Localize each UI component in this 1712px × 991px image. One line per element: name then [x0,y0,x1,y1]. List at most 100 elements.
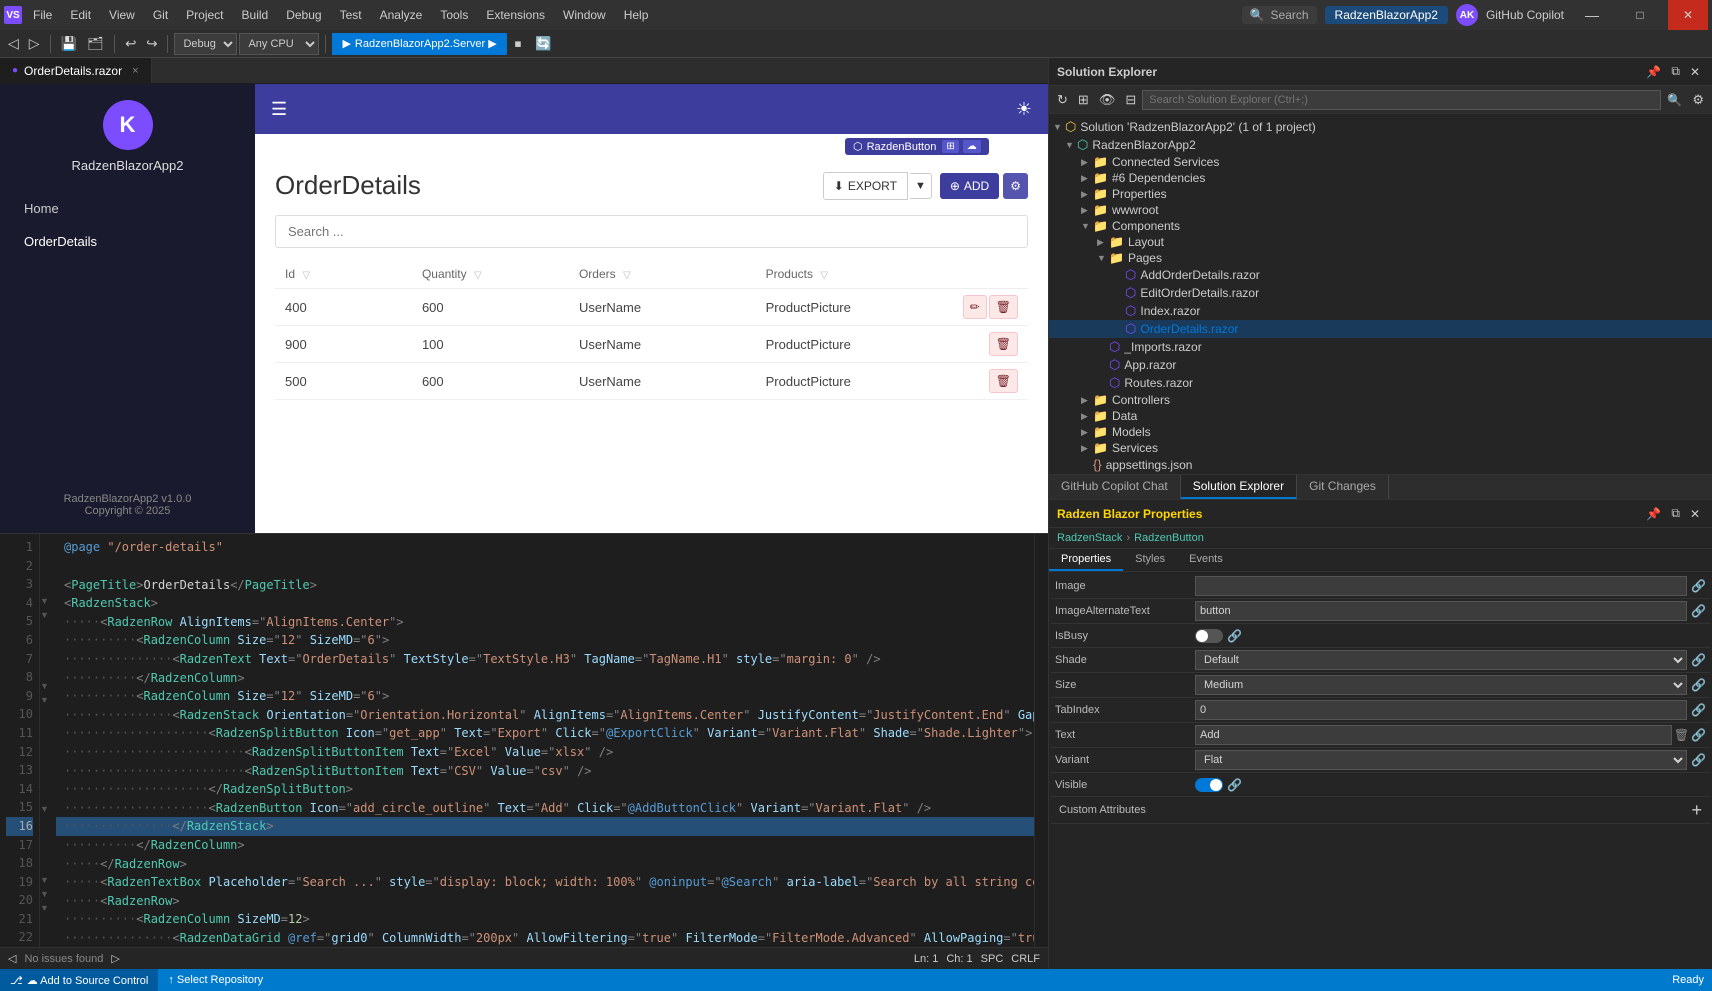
cpu-dropdown[interactable]: Any CPU [239,33,319,55]
breadcrumb-radzenbutton[interactable]: RadzenButton [1134,532,1204,544]
toolbar-back[interactable]: ◁ [4,33,23,54]
window-minimize[interactable]: — [1572,0,1612,30]
menu-window[interactable]: Window [556,6,613,24]
tab-git-changes[interactable]: Git Changes [1297,475,1389,499]
add-button[interactable]: ⊕ ADD [940,173,999,199]
props-tab-properties[interactable]: Properties [1049,549,1123,571]
menu-build[interactable]: Build [235,6,276,24]
prop-link-size[interactable]: 🔗 [1691,678,1706,692]
export-button[interactable]: ⬇ EXPORT [823,172,908,200]
edit-row-1-button[interactable]: ✏ [963,295,987,319]
menu-tools[interactable]: Tools [433,6,475,24]
code-content[interactable]: @page "/order-details" <PageTitle>OrderD… [56,534,1034,947]
window-maximize[interactable]: □ [1620,0,1660,30]
sol-toolbar-gear[interactable]: ⚙ [1688,90,1708,110]
hamburger-icon[interactable]: ☰ [271,99,287,120]
prop-link-variant[interactable]: 🔗 [1691,753,1706,767]
editor-tab-orderdetails[interactable]: ● OrderDetails.razor × [0,58,152,83]
tree-item-connected-services[interactable]: ▶ 📁 Connected Services [1049,154,1712,170]
col-header-id[interactable]: Id ▽ [275,260,412,289]
prop-toggle-visible[interactable] [1195,778,1223,792]
prop-delete-text[interactable]: 🗑 [1674,728,1689,742]
prop-dropdown-variant[interactable]: Flat [1195,750,1687,770]
sol-panel-float[interactable]: ⧉ [1667,62,1684,81]
tree-item-add-order[interactable]: ⬡ AddOrderDetails.razor [1049,266,1712,284]
menu-git[interactable]: Git [146,6,175,24]
prop-link-shade[interactable]: 🔗 [1691,653,1706,667]
search-button[interactable]: 🔍 Search [1242,6,1317,24]
props-close[interactable]: ✕ [1686,504,1704,523]
window-close[interactable]: ✕ [1668,0,1708,30]
solution-search-input[interactable] [1142,90,1661,110]
status-repo[interactable]: ↑ Select Repository [158,969,273,991]
tree-item-app[interactable]: ⬡ App.razor [1049,356,1712,374]
prop-link-isbusy[interactable]: 🔗 [1227,629,1242,643]
filter-products-icon[interactable]: ▽ [820,270,828,281]
menu-help[interactable]: Help [617,6,656,24]
prop-link-tabindex[interactable]: 🔗 [1691,703,1706,717]
prop-toggle-isbusy[interactable] [1195,629,1223,643]
sol-toolbar-props[interactable]: ⊞ [1074,90,1093,110]
prop-dropdown-shade[interactable]: Default [1195,650,1687,670]
add-settings-button[interactable]: ⚙ [1003,173,1028,199]
tree-item-data[interactable]: ▶ 📁 Data [1049,408,1712,424]
sun-icon[interactable]: ☀ [1016,99,1032,120]
menu-debug[interactable]: Debug [279,6,328,24]
col-header-products[interactable]: Products ▽ [756,260,953,289]
props-tab-events[interactable]: Events [1177,549,1235,571]
tree-item-solution[interactable]: ▼ ⬡ Solution 'RadzenBlazorApp2' (1 of 1 … [1049,118,1712,136]
stop-button[interactable]: ⏹ [509,34,528,54]
tree-item-models[interactable]: ▶ 📁 Models [1049,424,1712,440]
prop-link-image[interactable]: 🔗 [1691,579,1706,593]
breadcrumb-radzenstack[interactable]: RadzenStack [1057,532,1122,544]
sol-panel-close[interactable]: ✕ [1686,62,1704,81]
tree-item-services[interactable]: ▶ 📁 Services [1049,440,1712,456]
sol-toolbar-collapse[interactable]: ⊟ [1121,90,1140,110]
tree-item-imports[interactable]: ⬡ _Imports.razor [1049,338,1712,356]
col-header-quantity[interactable]: Quantity ▽ [412,260,569,289]
editor-scrollbar[interactable] [1034,534,1048,947]
tree-item-layout[interactable]: ▶ 📁 Layout [1049,234,1712,250]
filter-id-icon[interactable]: ▽ [302,270,310,281]
tree-item-dependencies[interactable]: ▶ 📁 #6 Dependencies [1049,170,1712,186]
tree-item-controllers[interactable]: ▶ 📁 Controllers [1049,392,1712,408]
sol-toolbar-show-all[interactable]: 👁 [1095,90,1120,110]
custom-attrs-add-button[interactable]: + [1691,801,1702,819]
menu-analyze[interactable]: Analyze [373,6,430,24]
toolbar-redo[interactable]: ↪ [142,34,161,54]
filter-orders-icon[interactable]: ▽ [623,270,631,281]
sidebar-item-home[interactable]: Home [8,193,247,224]
tree-item-edit-order[interactable]: ⬡ EditOrderDetails.razor [1049,284,1712,302]
tree-item-project[interactable]: ▼ ⬡ RadzenBlazorApp2 [1049,136,1712,154]
tree-item-index[interactable]: ⬡ Index.razor [1049,302,1712,320]
tree-item-properties[interactable]: ▶ 📁 Properties [1049,186,1712,202]
menu-test[interactable]: Test [333,6,369,24]
menu-file[interactable]: File [26,6,59,24]
tree-item-pages[interactable]: ▼ 📁 Pages [1049,250,1712,266]
toolbar-save-all[interactable]: 🗂 [83,34,108,54]
tree-item-components[interactable]: ▼ 📁 Components [1049,218,1712,234]
tree-item-wwwroot[interactable]: ▶ 📁 wwwroot [1049,202,1712,218]
sol-panel-pin[interactable]: 📌 [1642,62,1665,81]
toolbar-forward[interactable]: ▷ [25,33,44,54]
prop-dropdown-size[interactable]: Medium [1195,675,1687,695]
prop-link-text[interactable]: 🔗 [1691,728,1706,742]
filter-qty-icon[interactable]: ▽ [474,270,482,281]
tree-item-appsettings[interactable]: {} appsettings.json [1049,456,1712,473]
prop-input-image[interactable] [1195,576,1687,596]
sol-toolbar-sync[interactable]: ↻ [1053,90,1072,110]
menu-extensions[interactable]: Extensions [479,6,552,24]
menu-edit[interactable]: Edit [63,6,98,24]
props-pin[interactable]: 📌 [1642,504,1665,523]
error-list-scroll-right[interactable]: ▷ [111,952,119,965]
col-header-orders[interactable]: Orders ▽ [569,260,756,289]
prop-input-text[interactable] [1195,725,1672,745]
error-list-scroll-left[interactable]: ◁ [8,952,16,965]
prop-link-imagealt[interactable]: 🔗 [1691,604,1706,618]
tree-item-routes[interactable]: ⬡ Routes.razor [1049,374,1712,392]
menu-project[interactable]: Project [179,6,230,24]
toolbar-save[interactable]: 💾 [57,34,82,54]
delete-row-3-button[interactable]: 🗑 [989,369,1018,393]
tab-github-copilot[interactable]: GitHub Copilot Chat [1049,475,1181,499]
menu-view[interactable]: View [102,6,142,24]
